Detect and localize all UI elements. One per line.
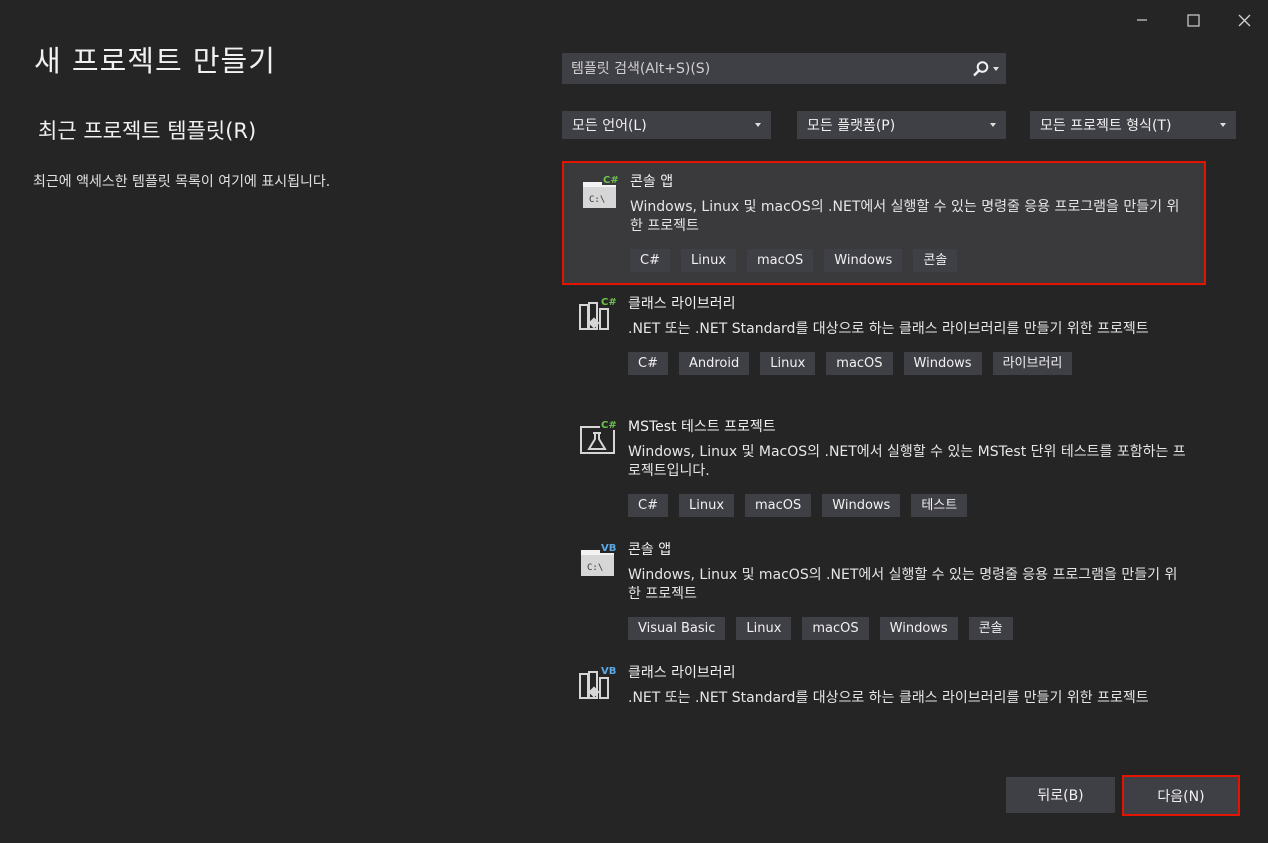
tag: macOS xyxy=(802,617,869,640)
template-tags: C# Android Linux macOS Windows 라이브러리 xyxy=(628,352,1194,375)
tag: 라이브러리 xyxy=(992,352,1073,375)
back-button[interactable]: 뒤로(B) xyxy=(1006,777,1115,813)
vb-badge: VB xyxy=(601,666,616,677)
vb-badge: VB xyxy=(601,543,616,554)
tag: Windows xyxy=(822,494,901,517)
maximize-button[interactable] xyxy=(1178,8,1208,32)
template-title: 콘솔 앱 xyxy=(628,542,672,558)
tag: Visual Basic xyxy=(628,617,726,640)
language-filter-value: 모든 언어(L) xyxy=(572,118,647,134)
test-project-icon: C# xyxy=(580,418,617,454)
tag: Linux xyxy=(680,249,737,272)
tag: 콘솔 xyxy=(968,617,1013,640)
template-title: MSTest 테스트 프로젝트 xyxy=(628,419,776,435)
chevron-down-icon xyxy=(755,123,761,127)
tag: Linux xyxy=(678,494,735,517)
template-tags: C# Linux macOS Windows 콘솔 xyxy=(630,249,1192,272)
platform-filter-value: 모든 플랫폼(P) xyxy=(807,118,896,134)
tag: 테스트 xyxy=(911,494,968,517)
template-item-console-csharp[interactable]: C:\ C# 콘솔 앱 Windows, Linux 및 macOS의 .NET… xyxy=(562,161,1206,285)
tag: Windows xyxy=(879,617,958,640)
tag: C# xyxy=(630,249,670,272)
chevron-down-icon xyxy=(992,66,999,71)
template-tags: C# Linux macOS Windows 테스트 xyxy=(628,494,1194,517)
project-type-filter[interactable]: 모든 프로젝트 형식(T) xyxy=(1030,111,1236,139)
next-button[interactable]: 다음(N) xyxy=(1122,775,1240,816)
template-title: 클래스 라이브러리 xyxy=(628,665,736,681)
console-app-icon: C:\ VB xyxy=(581,541,617,576)
chevron-down-icon xyxy=(1220,123,1226,127)
chevron-down-icon xyxy=(990,123,996,127)
recent-templates-empty-text: 최근에 액세스한 템플릿 목록이 여기에 표시됩니다. xyxy=(33,174,331,190)
page-title: 새 프로젝트 만들기 xyxy=(34,44,276,78)
minimize-icon xyxy=(1137,19,1147,21)
template-description: Windows, Linux 및 macOS의 .NET에서 실행할 수 있는 … xyxy=(630,199,1180,234)
search-button[interactable] xyxy=(965,54,1005,83)
platform-filter[interactable]: 모든 플랫폼(P) xyxy=(797,111,1006,139)
minimize-button[interactable] xyxy=(1127,8,1157,32)
template-item-console-vb[interactable]: C:\ VB 콘솔 앱 Windows, Linux 및 macOS의 .NET… xyxy=(562,531,1206,654)
template-description: Windows, Linux 및 MacOS의 .NET에서 실행할 수 있는 … xyxy=(628,444,1186,479)
class-library-icon: VB xyxy=(579,664,617,699)
tag: C# xyxy=(628,494,668,517)
tag: Android xyxy=(678,352,750,375)
tag: C# xyxy=(628,352,668,375)
tag: macOS xyxy=(747,249,814,272)
svg-text:C:\: C:\ xyxy=(589,195,605,205)
tag: macOS xyxy=(826,352,893,375)
template-item-class-library-vb[interactable]: VB 클래스 라이브러리 .NET 또는 .NET Standard를 대상으로… xyxy=(562,654,1206,734)
template-item-mstest-csharp[interactable]: C# MSTest 테스트 프로젝트 Windows, Linux 및 MacO… xyxy=(562,408,1206,531)
template-title: 콘솔 앱 xyxy=(630,174,674,190)
template-search-box[interactable] xyxy=(562,53,1006,84)
project-type-filter-value: 모든 프로젝트 형식(T) xyxy=(1040,118,1172,134)
tag: Linux xyxy=(736,617,792,640)
template-item-class-library-csharp[interactable]: C# 클래스 라이브러리 .NET 또는 .NET Standard를 대상으로… xyxy=(562,285,1206,408)
language-filter[interactable]: 모든 언어(L) xyxy=(562,111,771,139)
tag: Windows xyxy=(824,249,903,272)
csharp-badge: C# xyxy=(601,420,617,431)
close-icon xyxy=(1238,14,1250,26)
csharp-badge: C# xyxy=(601,297,617,308)
tag: macOS xyxy=(745,494,812,517)
close-button[interactable] xyxy=(1229,8,1259,32)
recent-templates-title: 최근 프로젝트 템플릿(R) xyxy=(38,119,257,143)
csharp-badge: C# xyxy=(603,175,619,186)
class-library-icon: C# xyxy=(579,295,617,330)
tag: Linux xyxy=(760,352,816,375)
search-icon xyxy=(972,60,988,76)
template-description: .NET 또는 .NET Standard를 대상으로 하는 클래스 라이브러리… xyxy=(628,321,1149,337)
tag: Windows xyxy=(903,352,982,375)
svg-text:C:\: C:\ xyxy=(587,563,603,573)
template-list: C:\ C# 콘솔 앱 Windows, Linux 및 macOS의 .NET… xyxy=(562,161,1206,734)
template-tags: Visual Basic Linux macOS Windows 콘솔 xyxy=(628,617,1194,640)
template-description: .NET 또는 .NET Standard를 대상으로 하는 클래스 라이브러리… xyxy=(628,690,1149,706)
search-input[interactable] xyxy=(563,59,965,78)
template-title: 클래스 라이브러리 xyxy=(628,296,736,312)
console-app-icon: C:\ C# xyxy=(583,173,619,208)
tag: 콘솔 xyxy=(913,249,958,272)
maximize-icon xyxy=(1186,13,1200,27)
template-description: Windows, Linux 및 macOS의 .NET에서 실행할 수 있는 … xyxy=(628,567,1178,602)
